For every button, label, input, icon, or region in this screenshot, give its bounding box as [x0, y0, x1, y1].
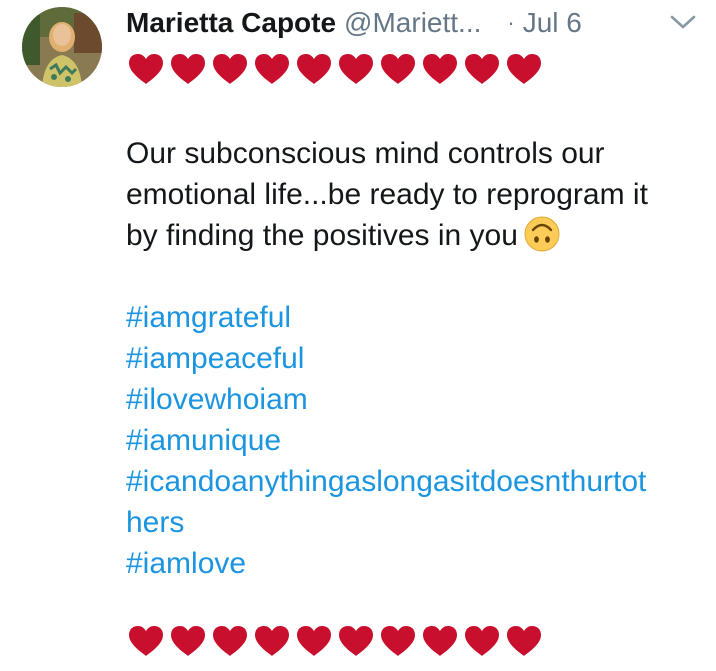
hashtag-link[interactable]: #iamgrateful: [126, 297, 646, 338]
tweet-text-line: emotional life...be ready to reprogram i…: [126, 178, 648, 211]
hashtag-link[interactable]: #icandoanythingaslongasitdoesnthurtot: [126, 461, 646, 502]
tweet-text-line-content: by finding the positives in you: [126, 219, 518, 252]
heart-icon: [339, 54, 373, 84]
user-handle[interactable]: @Mariett...: [344, 7, 481, 39]
hashtag-list: #iamgrateful #iampeaceful #ilovewhoiam #…: [126, 297, 646, 584]
hearts-row-top: [127, 52, 543, 86]
heart-icon: [381, 626, 415, 656]
heart-icon: [129, 626, 163, 656]
profile-photo: [22, 7, 102, 87]
tweet-header: Marietta Capote @Mariett... · Jul 6: [126, 4, 696, 42]
separator-dot: ·: [507, 10, 515, 35]
upside-down-face-icon: [524, 216, 560, 252]
heart-icon: [297, 626, 331, 656]
hashtag-link[interactable]: #iamunique: [126, 420, 646, 461]
tweet-text: Our subconscious mind controls our emoti…: [126, 133, 706, 256]
heart-icon: [255, 626, 289, 656]
heart-icon: [507, 626, 541, 656]
heart-icon: [339, 626, 373, 656]
heart-icon: [213, 54, 247, 84]
heart-icon: [213, 626, 247, 656]
hashtag-link[interactable]: #ilovewhoiam: [126, 379, 646, 420]
tweet-text-line: Our subconscious mind controls our: [126, 137, 605, 170]
heart-icon: [297, 54, 331, 84]
avatar[interactable]: [22, 7, 102, 87]
heart-icon: [423, 626, 457, 656]
display-name[interactable]: Marietta Capote: [126, 7, 336, 39]
chevron-down-icon[interactable]: [670, 14, 696, 30]
tweet-date[interactable]: Jul 6: [523, 7, 582, 39]
heart-icon: [423, 54, 457, 84]
hearts-row-bottom: [127, 624, 543, 658]
heart-icon: [507, 54, 541, 84]
heart-icon: [171, 54, 205, 84]
hashtag-link[interactable]: #iampeaceful: [126, 338, 646, 379]
heart-icon: [465, 54, 499, 84]
heart-icon: [129, 54, 163, 84]
tweet[interactable]: Marietta Capote @Mariett... · Jul 6 Our …: [0, 0, 716, 671]
heart-icon: [255, 54, 289, 84]
heart-icon: [465, 626, 499, 656]
heart-icon: [381, 54, 415, 84]
hashtag-link[interactable]: #iamlove: [126, 543, 646, 584]
hashtag-link-continued[interactable]: hers: [126, 502, 646, 543]
tweet-text-line: by finding the positives in you: [126, 215, 706, 256]
heart-icon: [171, 626, 205, 656]
